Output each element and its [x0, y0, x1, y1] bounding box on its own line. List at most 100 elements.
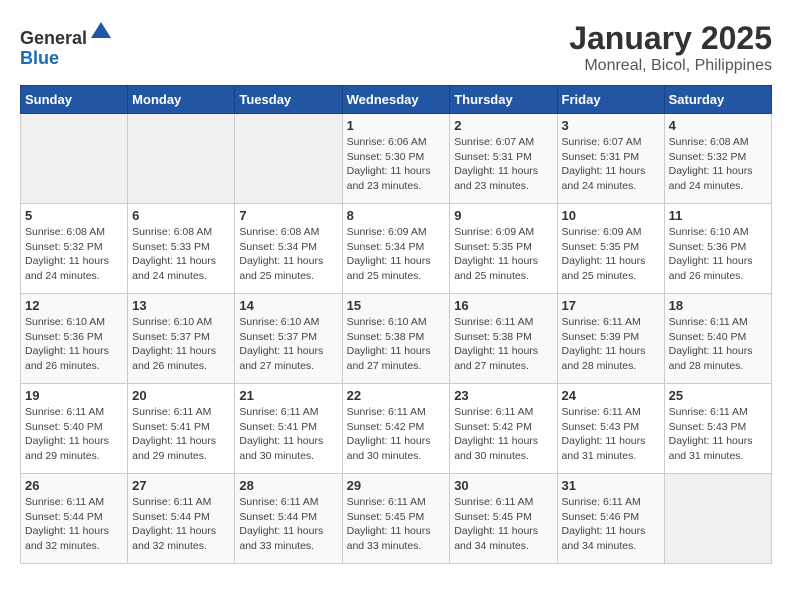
header-row: SundayMondayTuesdayWednesdayThursdayFrid…: [21, 86, 772, 114]
day-number: 12: [25, 298, 123, 313]
day-cell: 4Sunrise: 6:08 AM Sunset: 5:32 PM Daylig…: [664, 114, 771, 204]
day-cell: 23 Sunrise: 6:11 AM Sunset: 5:42 PM Dayli…: [450, 384, 557, 474]
day-cell: 24Sunrise: 6:11 AM Sunset: 5:43 PM Dayli…: [557, 384, 664, 474]
day-info: Sunrise: 6:11 AM Sunset: 5:38 PM Dayligh…: [454, 315, 552, 374]
day-number: 20: [132, 388, 230, 403]
day-info: Sunrise: 6:11 AM Sunset: 5:41 PM Dayligh…: [239, 405, 337, 464]
logo-blue: Blue: [20, 48, 59, 68]
day-number: 30: [454, 478, 552, 493]
day-cell: 15 Sunrise: 6:10 AM Sunset: 5:38 PM Dayli…: [342, 294, 450, 384]
day-cell: 29 Sunrise: 6:11 AM Sunset: 5:45 PM Dayli…: [342, 474, 450, 564]
day-cell: 26 Sunrise: 6:11 AM Sunset: 5:44 PM Dayli…: [21, 474, 128, 564]
day-cell: 31 Sunrise: 6:11 AM Sunset: 5:46 PM Dayli…: [557, 474, 664, 564]
day-number: 7: [239, 208, 337, 223]
day-info: Sunrise: 6:07 AM Sunset: 5:31 PM Dayligh…: [454, 135, 552, 194]
day-info: Sunrise: 6:11 AM Sunset: 5:41 PM Dayligh…: [132, 405, 230, 464]
day-number: 29: [347, 478, 446, 493]
day-number: 23: [454, 388, 552, 403]
day-info: Sunrise: 6:11 AM Sunset: 5:43 PM Dayligh…: [562, 405, 660, 464]
header-cell-thursday: Thursday: [450, 86, 557, 114]
day-number: 17: [562, 298, 660, 313]
logo-general: General: [20, 28, 87, 48]
day-cell: 16 Sunrise: 6:11 AM Sunset: 5:38 PM Dayli…: [450, 294, 557, 384]
day-number: 5: [25, 208, 123, 223]
day-number: 26: [25, 478, 123, 493]
header-cell-friday: Friday: [557, 86, 664, 114]
week-row-4: 19Sunrise: 6:11 AM Sunset: 5:40 PM Dayli…: [21, 384, 772, 474]
day-number: 15: [347, 298, 446, 313]
day-info: Sunrise: 6:11 AM Sunset: 5:45 PM Dayligh…: [347, 495, 446, 554]
day-cell: 8 Sunrise: 6:09 AM Sunset: 5:34 PM Daylig…: [342, 204, 450, 294]
day-cell: 18 Sunrise: 6:11 AM Sunset: 5:40 PM Dayli…: [664, 294, 771, 384]
page-header: General Blue January 2025 Monreal, Bicol…: [20, 20, 772, 75]
day-number: 18: [669, 298, 767, 313]
day-info: Sunrise: 6:06 AM Sunset: 5:30 PM Dayligh…: [347, 135, 446, 194]
day-info: Sunrise: 6:11 AM Sunset: 5:44 PM Dayligh…: [132, 495, 230, 554]
day-cell: 10Sunrise: 6:09 AM Sunset: 5:35 PM Dayli…: [557, 204, 664, 294]
day-info: Sunrise: 6:11 AM Sunset: 5:46 PM Dayligh…: [562, 495, 660, 554]
day-info: Sunrise: 6:08 AM Sunset: 5:32 PM Dayligh…: [25, 225, 123, 284]
day-number: 1: [347, 118, 446, 133]
day-number: 25: [669, 388, 767, 403]
day-number: 16: [454, 298, 552, 313]
day-number: 27: [132, 478, 230, 493]
day-info: Sunrise: 6:11 AM Sunset: 5:42 PM Dayligh…: [454, 405, 552, 464]
day-info: Sunrise: 6:11 AM Sunset: 5:40 PM Dayligh…: [669, 315, 767, 374]
day-info: Sunrise: 6:10 AM Sunset: 5:38 PM Dayligh…: [347, 315, 446, 374]
day-cell: 1 Sunrise: 6:06 AM Sunset: 5:30 PM Daylig…: [342, 114, 450, 204]
header-cell-tuesday: Tuesday: [235, 86, 342, 114]
day-cell: [664, 474, 771, 564]
day-cell: 9Sunrise: 6:09 AM Sunset: 5:35 PM Daylig…: [450, 204, 557, 294]
day-cell: 13Sunrise: 6:10 AM Sunset: 5:37 PM Dayli…: [128, 294, 235, 384]
week-row-2: 5 Sunrise: 6:08 AM Sunset: 5:32 PM Daylig…: [21, 204, 772, 294]
day-info: Sunrise: 6:11 AM Sunset: 5:44 PM Dayligh…: [25, 495, 123, 554]
day-cell: 14 Sunrise: 6:10 AM Sunset: 5:37 PM Dayli…: [235, 294, 342, 384]
day-cell: 20 Sunrise: 6:11 AM Sunset: 5:41 PM Dayli…: [128, 384, 235, 474]
day-number: 4: [669, 118, 767, 133]
calendar-subtitle: Monreal, Bicol, Philippines: [569, 57, 772, 75]
day-cell: 5 Sunrise: 6:08 AM Sunset: 5:32 PM Daylig…: [21, 204, 128, 294]
day-info: Sunrise: 6:11 AM Sunset: 5:42 PM Dayligh…: [347, 405, 446, 464]
day-cell: 12 Sunrise: 6:10 AM Sunset: 5:36 PM Dayli…: [21, 294, 128, 384]
day-cell: [21, 114, 128, 204]
day-cell: 7Sunrise: 6:08 AM Sunset: 5:34 PM Daylig…: [235, 204, 342, 294]
day-number: 22: [347, 388, 446, 403]
day-info: Sunrise: 6:10 AM Sunset: 5:37 PM Dayligh…: [132, 315, 230, 374]
day-number: 8: [347, 208, 446, 223]
day-info: Sunrise: 6:07 AM Sunset: 5:31 PM Dayligh…: [562, 135, 660, 194]
day-number: 10: [562, 208, 660, 223]
day-number: 2: [454, 118, 552, 133]
day-cell: 30 Sunrise: 6:11 AM Sunset: 5:45 PM Dayli…: [450, 474, 557, 564]
day-info: Sunrise: 6:11 AM Sunset: 5:45 PM Dayligh…: [454, 495, 552, 554]
header-cell-sunday: Sunday: [21, 86, 128, 114]
logo-icon: [89, 20, 113, 44]
day-cell: 21 Sunrise: 6:11 AM Sunset: 5:41 PM Dayli…: [235, 384, 342, 474]
logo: General Blue: [20, 20, 113, 69]
day-info: Sunrise: 6:11 AM Sunset: 5:43 PM Dayligh…: [669, 405, 767, 464]
week-row-1: 1 Sunrise: 6:06 AM Sunset: 5:30 PM Daylig…: [21, 114, 772, 204]
day-info: Sunrise: 6:09 AM Sunset: 5:34 PM Dayligh…: [347, 225, 446, 284]
day-info: Sunrise: 6:08 AM Sunset: 5:33 PM Dayligh…: [132, 225, 230, 284]
day-info: Sunrise: 6:10 AM Sunset: 5:36 PM Dayligh…: [25, 315, 123, 374]
day-number: 9: [454, 208, 552, 223]
week-row-5: 26 Sunrise: 6:11 AM Sunset: 5:44 PM Dayli…: [21, 474, 772, 564]
title-block: January 2025 Monreal, Bicol, Philippines: [569, 20, 772, 75]
day-info: Sunrise: 6:11 AM Sunset: 5:44 PM Dayligh…: [239, 495, 337, 554]
day-cell: 11Sunrise: 6:10 AM Sunset: 5:36 PM Dayli…: [664, 204, 771, 294]
day-number: 6: [132, 208, 230, 223]
day-cell: 25 Sunrise: 6:11 AM Sunset: 5:43 PM Dayli…: [664, 384, 771, 474]
day-number: 14: [239, 298, 337, 313]
day-cell: 17Sunrise: 6:11 AM Sunset: 5:39 PM Dayli…: [557, 294, 664, 384]
day-number: 28: [239, 478, 337, 493]
day-number: 19: [25, 388, 123, 403]
day-number: 11: [669, 208, 767, 223]
calendar-table: SundayMondayTuesdayWednesdayThursdayFrid…: [20, 85, 772, 564]
day-cell: [235, 114, 342, 204]
day-cell: [128, 114, 235, 204]
day-number: 31: [562, 478, 660, 493]
week-row-3: 12 Sunrise: 6:10 AM Sunset: 5:36 PM Dayli…: [21, 294, 772, 384]
header-cell-saturday: Saturday: [664, 86, 771, 114]
day-info: Sunrise: 6:10 AM Sunset: 5:37 PM Dayligh…: [239, 315, 337, 374]
day-cell: 19Sunrise: 6:11 AM Sunset: 5:40 PM Dayli…: [21, 384, 128, 474]
day-number: 21: [239, 388, 337, 403]
